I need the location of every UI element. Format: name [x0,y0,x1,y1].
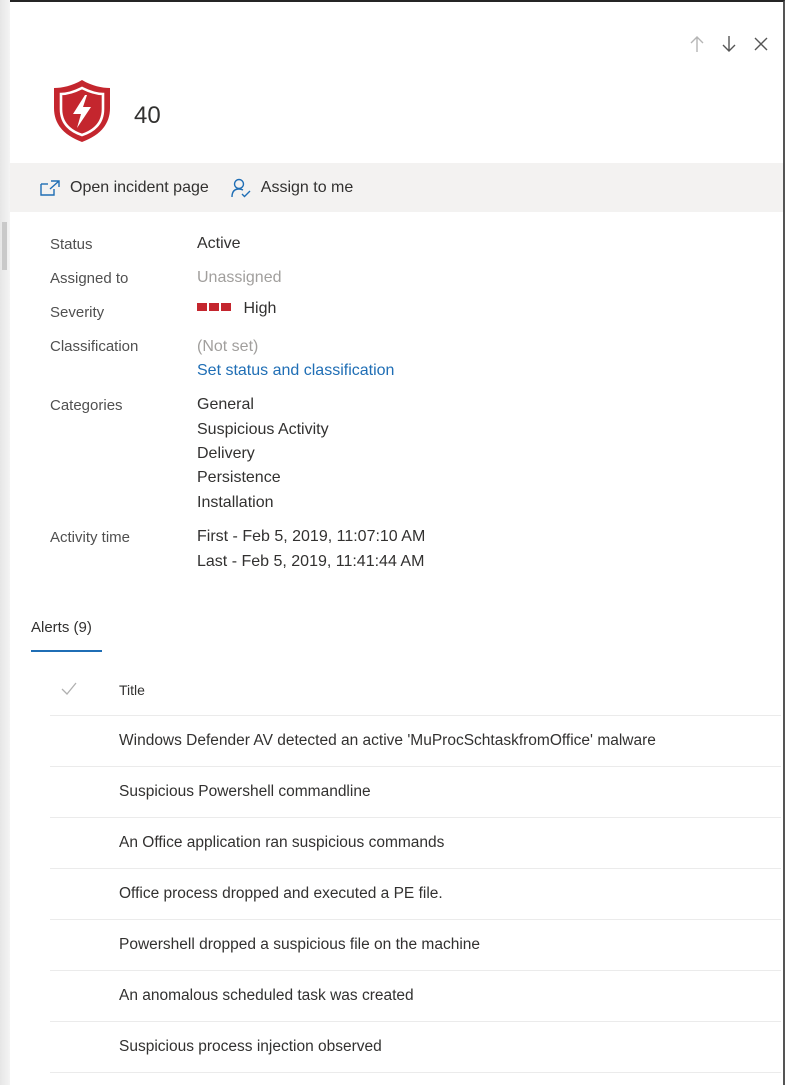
table-row[interactable]: Suspicious Powershell commandline [50,767,781,818]
table-row[interactable]: An Office application ran suspicious com… [50,818,781,869]
category-item: Suspicious Activity [197,421,329,438]
classification-value: (Not set) [197,338,259,355]
table-row[interactable]: Suspicious process injection observed [50,1022,781,1073]
checkmark-icon [61,682,77,695]
arrow-down-icon[interactable] [719,32,739,56]
arrow-up-icon[interactable] [687,32,707,56]
category-item: Delivery [197,445,255,462]
category-item: Installation [197,494,274,511]
alert-title: Office process dropped and executed a PE… [119,885,443,902]
table-row[interactable]: An anomalous scheduled task was created [50,971,781,1022]
category-item: General [197,396,254,413]
severity-value: High [243,300,277,317]
severity-bar-3 [221,302,231,311]
severity-bar-2 [209,302,219,311]
assigned-to-value: Unassigned [197,269,282,286]
tab-alerts-underline [31,650,102,652]
table-header-row: Title [50,665,781,716]
person-check-icon [231,178,251,197]
open-external-icon [40,179,60,196]
alert-title: An anomalous scheduled task was created [119,987,414,1004]
scroll-mark [2,222,7,270]
set-status-classification-link[interactable]: Set status and classification [197,362,394,380]
shield-lightning-icon [52,78,112,149]
table-row[interactable]: Windows Defender AV detected an active '… [50,716,781,767]
incident-header: 40 [52,78,161,149]
status-value: Active [197,235,241,252]
open-incident-button[interactable]: Open incident page [40,179,209,197]
severity-label: Severity [50,304,105,321]
open-incident-label: Open incident page [70,178,209,196]
column-header-title[interactable]: Title [119,682,145,698]
table-row[interactable]: Office process dropped and executed a PE… [50,869,781,920]
activity-first: First - Feb 5, 2019, 11:07:10 AM [197,528,426,545]
incident-id: 40 [134,101,161,129]
panel-nav-controls [687,32,771,56]
left-edge-strip [0,0,10,1085]
close-icon[interactable] [751,32,771,56]
alert-title: Suspicious Powershell commandline [119,783,371,800]
command-bar: Open incident page Assign to me [10,163,783,212]
alerts-table: Title Windows Defender AV detected an ac… [50,665,781,1073]
alert-title: An Office application ran suspicious com… [119,834,445,851]
alert-title: Powershell dropped a suspicious file on … [119,936,481,953]
assigned-to-label: Assigned to [50,270,129,287]
severity-bar-1 [197,302,207,311]
alert-title: Suspicious process injection observed [119,1038,382,1055]
alert-title: Windows Defender AV detected an active '… [119,732,656,749]
tab-alerts[interactable]: Alerts (9) [31,619,92,636]
select-all-checkbox[interactable] [61,682,77,701]
table-row[interactable]: Powershell dropped a suspicious file on … [50,920,781,971]
activity-last: Last - Feb 5, 2019, 11:41:44 AM [197,553,425,570]
severity-value-group: High [197,300,276,318]
assign-to-me-label: Assign to me [260,178,354,196]
severity-indicator [197,300,237,317]
classification-label: Classification [50,338,139,355]
category-item: Persistence [197,469,281,486]
assign-to-me-button[interactable]: Assign to me [231,178,353,198]
activity-time-label: Activity time [50,529,131,546]
status-label: Status [50,236,93,253]
categories-label: Categories [50,397,123,414]
